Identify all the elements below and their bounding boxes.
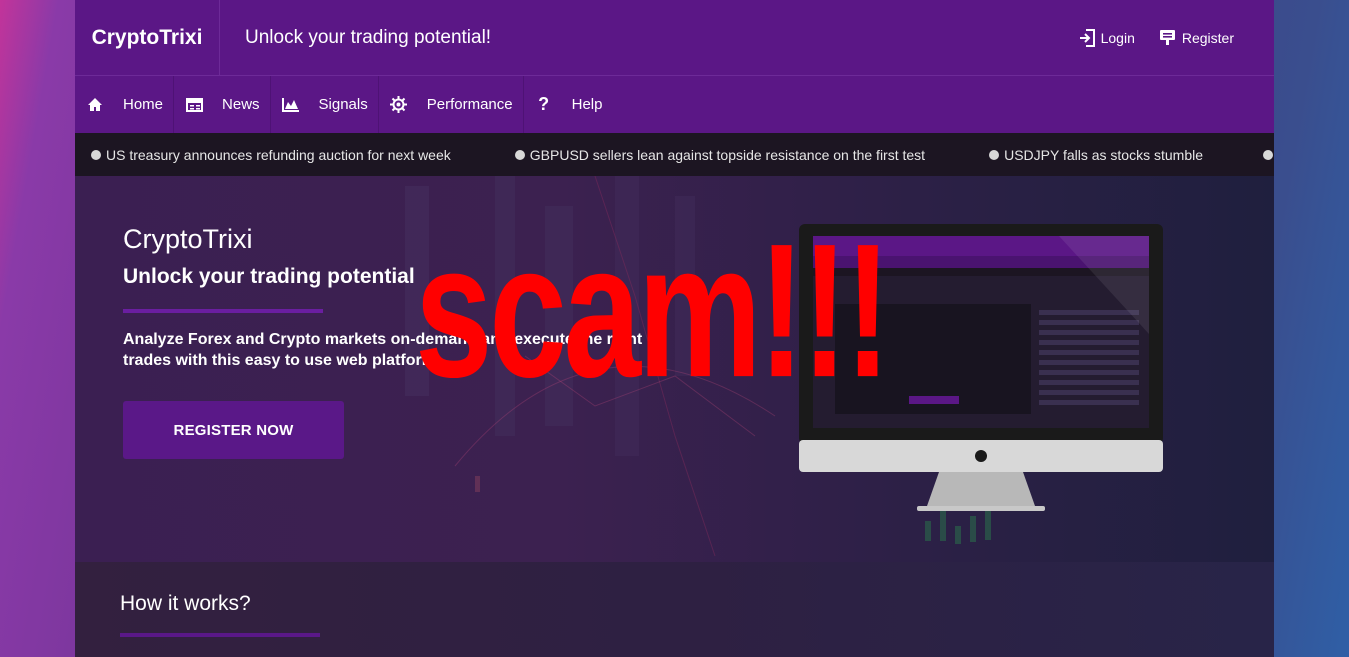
header: CryptoTrixi Unlock your trading potentia… — [75, 0, 1274, 76]
nav-label-home: Home — [123, 96, 164, 113]
bullet-icon — [514, 149, 525, 160]
nav-item-signals[interactable]: Signals — [271, 76, 379, 133]
hero-section: CryptoTrixi Unlock your trading potentia… — [75, 176, 1274, 562]
home-icon — [85, 95, 105, 115]
nav-label-signals: Signals — [318, 96, 368, 113]
how-it-works-divider — [120, 633, 320, 637]
nav-label-news: News — [222, 96, 260, 113]
ticker-item[interactable]: US treasury announces refunding auction … — [91, 147, 451, 163]
register-link[interactable]: Register — [1159, 29, 1234, 46]
nav-label-help: Help — [571, 96, 603, 113]
bullet-icon — [989, 149, 1000, 160]
question-icon: ? — [538, 94, 550, 114]
ticker-item[interactable] — [1263, 149, 1274, 160]
ticker-text: USDJPY falls as stocks stumble — [1004, 146, 1203, 163]
login-icon — [1079, 28, 1095, 47]
news-ticker: US treasury announces refunding auction … — [75, 133, 1274, 176]
ticker-text: GBPUSD sellers lean against topside resi… — [529, 146, 926, 163]
nav-label-performance: Performance — [426, 96, 513, 113]
hero-subtitle: Unlock your trading potential — [123, 265, 415, 288]
bullet-icon — [91, 149, 101, 160]
chart-icon — [281, 95, 301, 115]
login-label: Login — [1100, 29, 1135, 46]
auth-links: Login Register — [1055, 28, 1234, 47]
gear-icon — [389, 95, 409, 115]
ticker-text: US treasury announces refunding auction … — [106, 146, 451, 163]
scam-overlay-text: scam!!! — [415, 204, 891, 418]
main-nav: Home News Signals Performance ? Help — [75, 76, 1274, 133]
nav-item-home[interactable]: Home — [75, 76, 175, 133]
how-it-works-title: How it works? — [120, 592, 251, 615]
nav-item-news[interactable]: News — [174, 76, 271, 133]
bullet-icon — [1263, 149, 1273, 160]
register-icon — [1159, 30, 1175, 45]
how-it-works-section: How it works? — [75, 562, 1274, 657]
ticker-item[interactable]: USDJPY falls as stocks stumble — [989, 147, 1203, 163]
register-label: Register — [1181, 29, 1234, 46]
page: CryptoTrixi Unlock your trading potentia… — [75, 0, 1274, 657]
brand-logo[interactable]: CryptoTrixi — [75, 0, 220, 76]
header-tagline: Unlock your trading potential! — [245, 26, 492, 48]
ticker-item[interactable]: GBPUSD sellers lean against topside resi… — [514, 146, 926, 163]
hero-title: CryptoTrixi — [123, 224, 253, 254]
hero-divider — [123, 309, 323, 313]
nav-item-performance[interactable]: Performance — [379, 76, 524, 133]
nav-item-help[interactable]: ? Help — [524, 76, 613, 133]
login-link[interactable]: Login — [1079, 28, 1135, 47]
register-now-button[interactable]: REGISTER NOW — [123, 401, 344, 459]
news-icon — [184, 95, 204, 115]
